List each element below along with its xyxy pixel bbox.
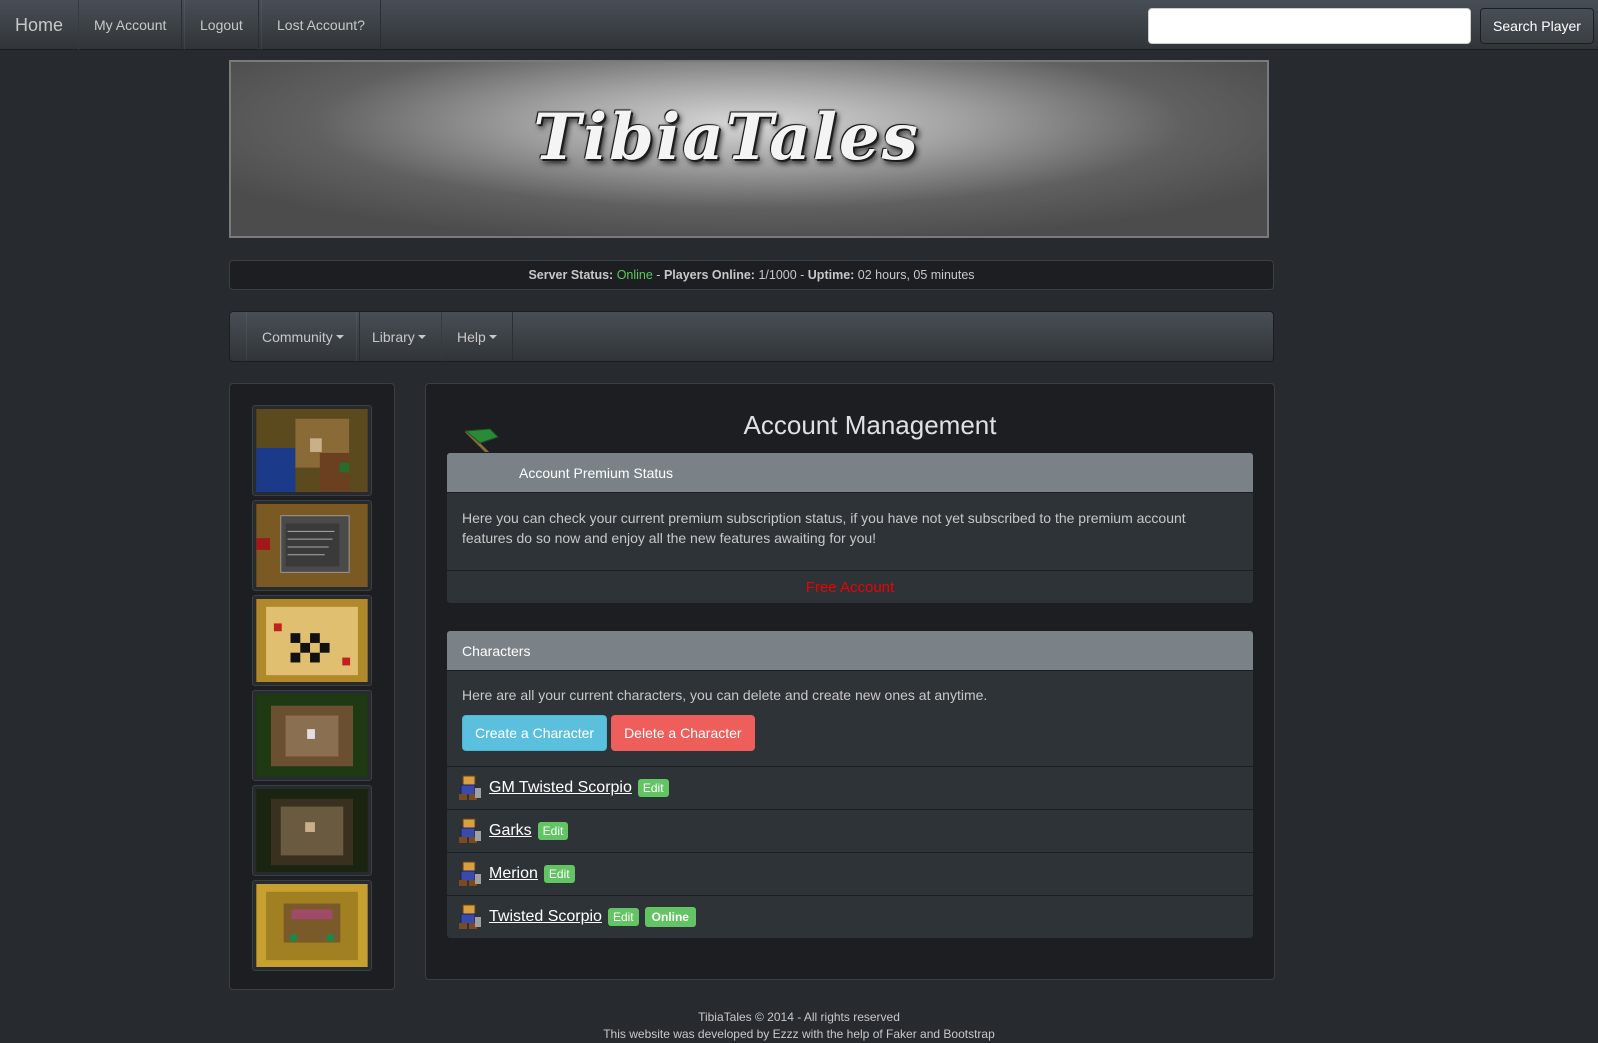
gallery-thumbnail[interactable] (252, 405, 372, 496)
characters-description: Here are all your current characters, yo… (462, 687, 988, 703)
home-link[interactable]: Home (0, 0, 79, 50)
caret-down-icon (488, 334, 497, 339)
character-list: GM Twisted Scorpio Edit Garks Edit Merion Edi… (447, 766, 1253, 938)
search-player-input[interactable] (1148, 8, 1471, 44)
gallery-thumbnail[interactable] (252, 785, 372, 876)
character-outfit-icon (459, 861, 481, 886)
search-player-button[interactable]: Search Player (1480, 8, 1594, 44)
online-status-badge: Online (644, 907, 696, 927)
character-outfit-icon (459, 904, 481, 929)
menu-library[interactable]: Library (356, 312, 442, 361)
edit-character-label[interactable]: Edit (537, 822, 569, 840)
menu-library-label: Library (372, 328, 415, 345)
menu-help-label: Help (457, 328, 486, 345)
character-outfit-icon (459, 775, 481, 800)
character-row: Twisted Scorpio Edit Online (447, 895, 1253, 938)
character-name-link[interactable]: GM Twisted Scorpio (489, 779, 632, 797)
character-row: GM Twisted Scorpio Edit (447, 766, 1253, 809)
gallery-thumbnail[interactable] (252, 690, 372, 781)
create-character-button[interactable]: Create a Character (462, 715, 608, 751)
game-screenshot-thumbnail (256, 504, 368, 587)
players-online-value: 1/1000 (758, 268, 797, 282)
account-type-status: Free Account (447, 570, 1253, 603)
copyright-text: TibiaTales © 2014 - All rights reserved (698, 1010, 900, 1024)
premium-status-panel: Account Premium Status Here you can chec… (446, 452, 1254, 604)
nav-lost-account[interactable]: Lost Account? (261, 0, 381, 50)
menu-community[interactable]: Community (246, 312, 360, 361)
characters-heading: Characters (447, 631, 1253, 671)
nav-my-account[interactable]: My Account (78, 0, 183, 50)
main-menu: Community Library Help (229, 311, 1274, 362)
developer-credits: This website was developed by Ezzz with … (603, 1027, 995, 1041)
character-row: Merion Edit (447, 852, 1253, 895)
gallery-thumbnail[interactable] (252, 880, 372, 971)
game-screenshot-thumbnail (256, 409, 368, 492)
edit-character-label[interactable]: Edit (607, 908, 639, 926)
uptime-value: 02 hours, 05 minutes (857, 268, 975, 282)
game-screenshot-thumbnail (256, 599, 368, 682)
edit-character-label[interactable]: Edit (637, 779, 669, 797)
gallery-thumbnail[interactable] (252, 595, 372, 686)
delete-character-button[interactable]: Delete a Character (611, 715, 755, 751)
character-outfit-icon (459, 818, 481, 843)
game-screenshot-thumbnail (256, 789, 368, 872)
game-screenshot-thumbnail (256, 694, 368, 777)
site-banner: TibiaTales (229, 60, 1269, 238)
players-online-label: Players Online: (663, 268, 755, 282)
account-management-panel: Account Management Account Premium Statu… (425, 383, 1275, 980)
screenshot-gallery (229, 383, 395, 990)
site-logo-title: TibiaTales (533, 99, 920, 175)
server-status-value: Online (616, 268, 653, 282)
game-screenshot-thumbnail (256, 884, 368, 967)
gallery-thumbnail[interactable] (252, 500, 372, 591)
nav-logout[interactable]: Logout (184, 0, 259, 50)
character-name-link[interactable]: Garks (489, 822, 532, 840)
top-navbar: Home My Account Logout Lost Account? Sea… (0, 0, 1598, 50)
premium-status-heading: Account Premium Status (447, 453, 1253, 493)
menu-community-label: Community (262, 328, 333, 345)
uptime-label: Uptime: (807, 268, 855, 282)
menu-help[interactable]: Help (441, 312, 513, 361)
caret-down-icon (417, 334, 426, 339)
characters-panel: Characters Here are all your current cha… (446, 630, 1254, 939)
page-title: Account Management (743, 410, 997, 440)
caret-down-icon (335, 334, 344, 339)
character-name-link[interactable]: Merion (489, 865, 538, 883)
edit-character-label[interactable]: Edit (543, 865, 575, 883)
server-status-label: Server Status: (528, 268, 614, 282)
character-name-link[interactable]: Twisted Scorpio (489, 908, 602, 926)
premium-status-description: Here you can check your current premium … (462, 510, 1186, 546)
page-footer: TibiaTales © 2014 - All rights reserved … (0, 1009, 1598, 1043)
server-status-bar: Server Status: Online - Players Online: … (229, 260, 1274, 290)
character-row: Garks Edit (447, 809, 1253, 852)
